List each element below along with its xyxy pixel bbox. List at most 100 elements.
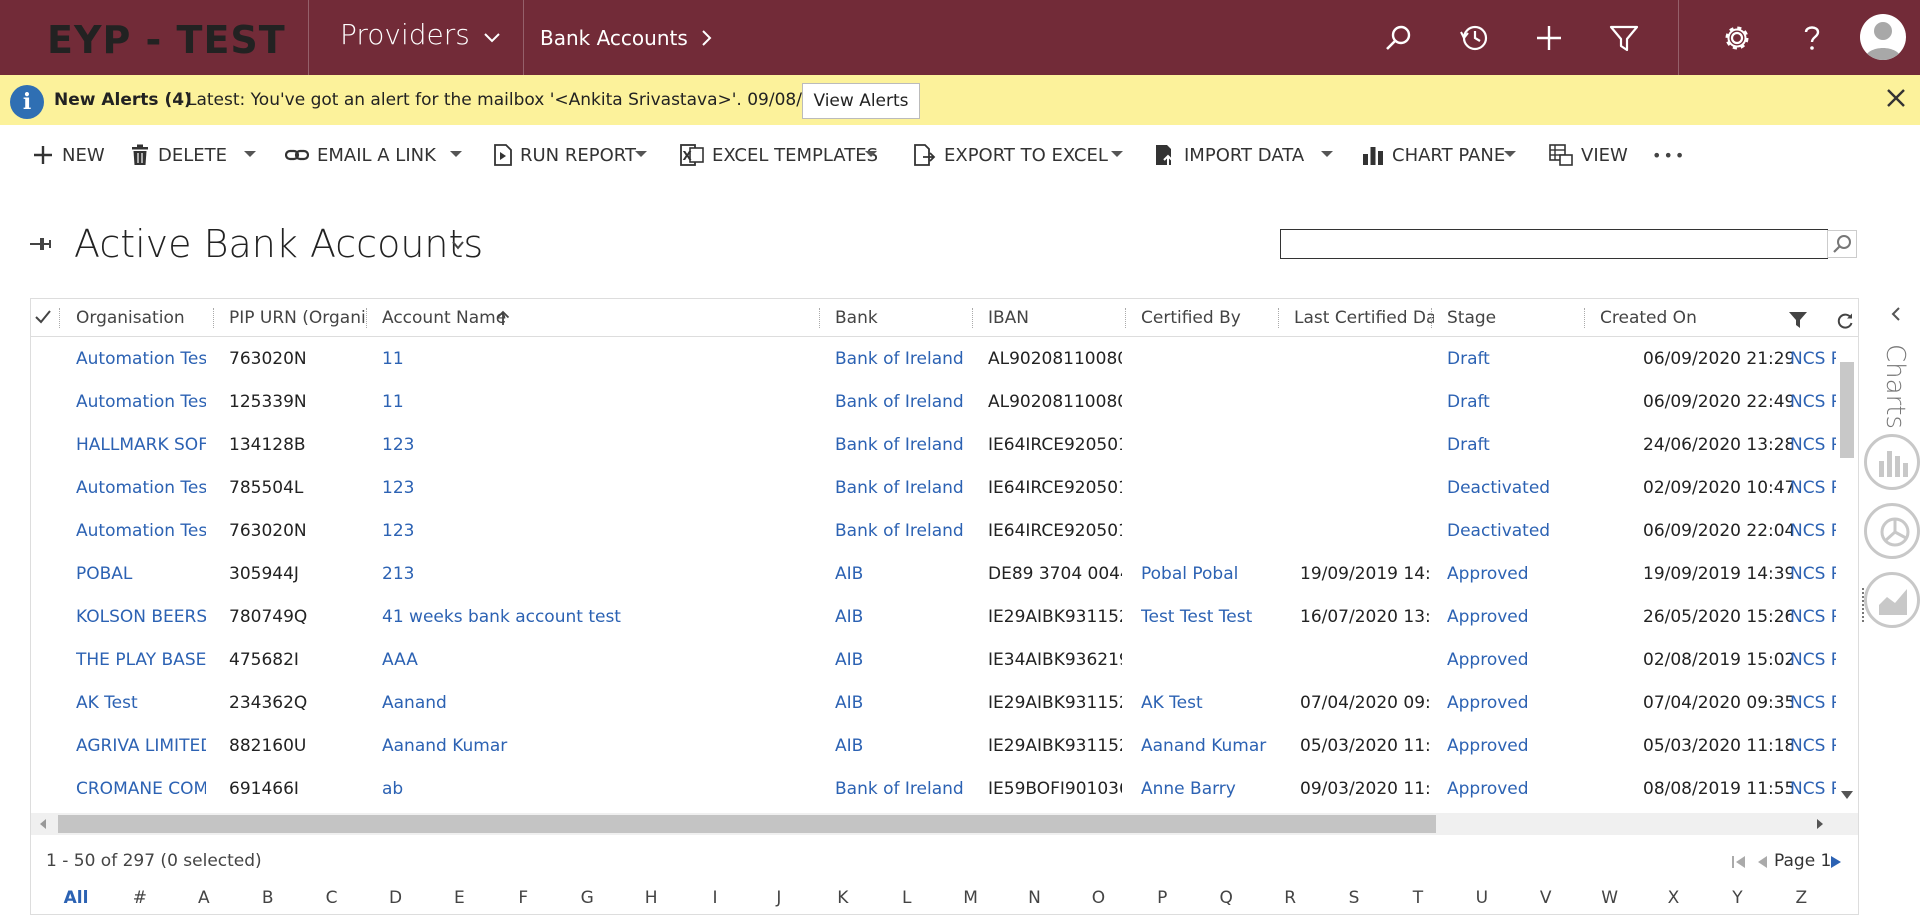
cell-stage[interactable]: Approved: [1447, 564, 1581, 584]
user-avatar-icon[interactable]: [1860, 14, 1906, 60]
cell-owner[interactable]: NCS P: [1790, 521, 1836, 541]
charts-pane-label[interactable]: Charts: [1880, 344, 1910, 429]
cell-account-name[interactable]: 123: [382, 478, 802, 498]
cell-organisation[interactable]: THE PLAY BASE ...: [76, 650, 206, 670]
new-button[interactable]: NEW: [32, 140, 105, 170]
alphabet-filter-letter[interactable]: X: [1661, 888, 1687, 908]
column-header-account-name[interactable]: Account Name: [382, 308, 512, 328]
vertical-scrollbar-thumb[interactable]: [1840, 362, 1854, 458]
cell-organisation[interactable]: Automation Test: [76, 478, 206, 498]
chevron-down-icon[interactable]: [1110, 149, 1124, 159]
chevron-down-icon[interactable]: [449, 149, 463, 159]
column-header-bank[interactable]: Bank: [835, 308, 975, 328]
cell-bank[interactable]: AIB: [835, 607, 965, 627]
alphabet-filter-letter[interactable]: M: [958, 888, 984, 908]
column-header-pip-urn[interactable]: PIP URN (Organi...: [229, 308, 367, 328]
more-commands-button[interactable]: •••: [1652, 140, 1686, 170]
help-icon[interactable]: [1796, 22, 1828, 54]
cell-bank[interactable]: AIB: [835, 736, 965, 756]
cell-organisation[interactable]: CROMANE COM...: [76, 779, 206, 799]
cell-stage[interactable]: Draft: [1447, 349, 1581, 369]
cell-certified-by[interactable]: Aanand Kumar: [1141, 736, 1275, 756]
previous-page-icon[interactable]: [1755, 853, 1769, 871]
cell-stage[interactable]: Approved: [1447, 736, 1581, 756]
alphabet-filter-letter[interactable]: T: [1405, 888, 1431, 908]
alphabet-filter-letter[interactable]: W: [1597, 888, 1623, 908]
cell-stage[interactable]: Deactivated: [1447, 521, 1581, 541]
chevron-down-icon[interactable]: [634, 149, 648, 159]
cell-bank[interactable]: AIB: [835, 564, 965, 584]
export-excel-button[interactable]: EXPORT TO EXCEL: [912, 140, 1108, 170]
email-link-button[interactable]: EMAIL A LINK: [285, 140, 436, 170]
pin-icon[interactable]: [28, 232, 52, 256]
alphabet-filter-letter[interactable]: U: [1469, 888, 1495, 908]
cell-account-name[interactable]: 11: [382, 349, 802, 369]
filter-icon[interactable]: [1788, 311, 1808, 329]
alphabet-filter-letter[interactable]: I: [702, 888, 728, 908]
cell-owner[interactable]: NCS P: [1790, 693, 1836, 713]
column-header-certified-by[interactable]: Certified By: [1141, 308, 1281, 328]
pie-chart-icon[interactable]: [1864, 503, 1920, 559]
cell-owner[interactable]: NCS P: [1790, 435, 1836, 455]
cell-account-name[interactable]: ab: [382, 779, 802, 799]
scroll-down-arrow-icon[interactable]: [1840, 789, 1854, 801]
import-data-button[interactable]: IMPORT DATA: [1154, 140, 1304, 170]
column-header-stage[interactable]: Stage: [1447, 308, 1587, 328]
alphabet-filter-letter[interactable]: C: [319, 888, 345, 908]
first-page-icon[interactable]: [1731, 853, 1747, 871]
cell-stage[interactable]: Draft: [1447, 435, 1581, 455]
cell-stage[interactable]: Approved: [1447, 779, 1581, 799]
cell-owner[interactable]: NCS P: [1790, 564, 1836, 584]
view-alerts-button[interactable]: View Alerts: [802, 83, 920, 119]
chevron-down-icon[interactable]: [1320, 149, 1334, 159]
excel-templates-button[interactable]: X EXCEL TEMPLATES: [680, 140, 878, 170]
cell-certified-by[interactable]: Pobal Pobal: [1141, 564, 1275, 584]
alphabet-filter-letter[interactable]: A: [191, 888, 217, 908]
column-header-organisation[interactable]: Organisation: [76, 308, 204, 328]
cell-owner[interactable]: NCS P: [1790, 478, 1836, 498]
breadcrumb-bank-accounts[interactable]: Bank Accounts: [540, 26, 688, 50]
search-button[interactable]: [1827, 230, 1857, 258]
chevron-down-icon[interactable]: [1503, 149, 1517, 159]
scroll-right-arrow-icon[interactable]: [1815, 818, 1825, 830]
area-selector[interactable]: Providers: [340, 18, 470, 51]
cell-bank[interactable]: Bank of Ireland: [835, 521, 965, 541]
area-chart-icon[interactable]: [1864, 572, 1920, 628]
view-title[interactable]: Active Bank Accounts: [74, 222, 483, 266]
chevron-down-icon[interactable]: [864, 149, 878, 159]
history-icon[interactable]: [1458, 22, 1490, 54]
cell-account-name[interactable]: AAA: [382, 650, 802, 670]
alphabet-filter-letter[interactable]: Z: [1788, 888, 1814, 908]
chevron-down-icon[interactable]: [243, 149, 257, 159]
cell-bank[interactable]: Bank of Ireland: [835, 478, 965, 498]
cell-certified-by[interactable]: Anne Barry: [1141, 779, 1275, 799]
gear-icon[interactable]: [1721, 22, 1753, 54]
cell-account-name[interactable]: Aanand: [382, 693, 802, 713]
horizontal-scrollbar-thumb[interactable]: [58, 815, 1436, 833]
cell-owner[interactable]: NCS P: [1790, 779, 1836, 799]
alphabet-filter-letter[interactable]: L: [894, 888, 920, 908]
refresh-icon[interactable]: [1836, 312, 1854, 330]
chevron-down-icon[interactable]: [451, 240, 465, 250]
cell-organisation[interactable]: KOLSON BEERS ...: [76, 607, 206, 627]
cell-organisation[interactable]: Automation Test: [76, 392, 206, 412]
alphabet-filter-letter[interactable]: G: [574, 888, 600, 908]
cell-certified-by[interactable]: AK Test: [1141, 693, 1275, 713]
bar-chart-icon[interactable]: [1864, 434, 1920, 490]
alphabet-filter-letter[interactable]: P: [1149, 888, 1175, 908]
cell-stage[interactable]: Deactivated: [1447, 478, 1581, 498]
cell-bank[interactable]: Bank of Ireland: [835, 435, 965, 455]
alphabet-filter-letter[interactable]: B: [255, 888, 281, 908]
chevron-left-icon[interactable]: [1890, 306, 1902, 322]
cell-owner[interactable]: NCS P: [1790, 349, 1836, 369]
cell-certified-by[interactable]: Test Test Test: [1141, 607, 1275, 627]
cell-organisation[interactable]: AK Test: [76, 693, 206, 713]
chevron-down-icon[interactable]: [482, 28, 502, 48]
view-button[interactable]: VIEW: [1549, 140, 1628, 170]
cell-organisation[interactable]: HALLMARK SOF...: [76, 435, 206, 455]
scroll-left-arrow-icon[interactable]: [38, 818, 48, 830]
cell-owner[interactable]: NCS P: [1790, 650, 1836, 670]
cell-account-name[interactable]: 213: [382, 564, 802, 584]
alphabet-filter-letter[interactable]: #: [127, 888, 153, 908]
alphabet-filter-letter[interactable]: Q: [1213, 888, 1239, 908]
